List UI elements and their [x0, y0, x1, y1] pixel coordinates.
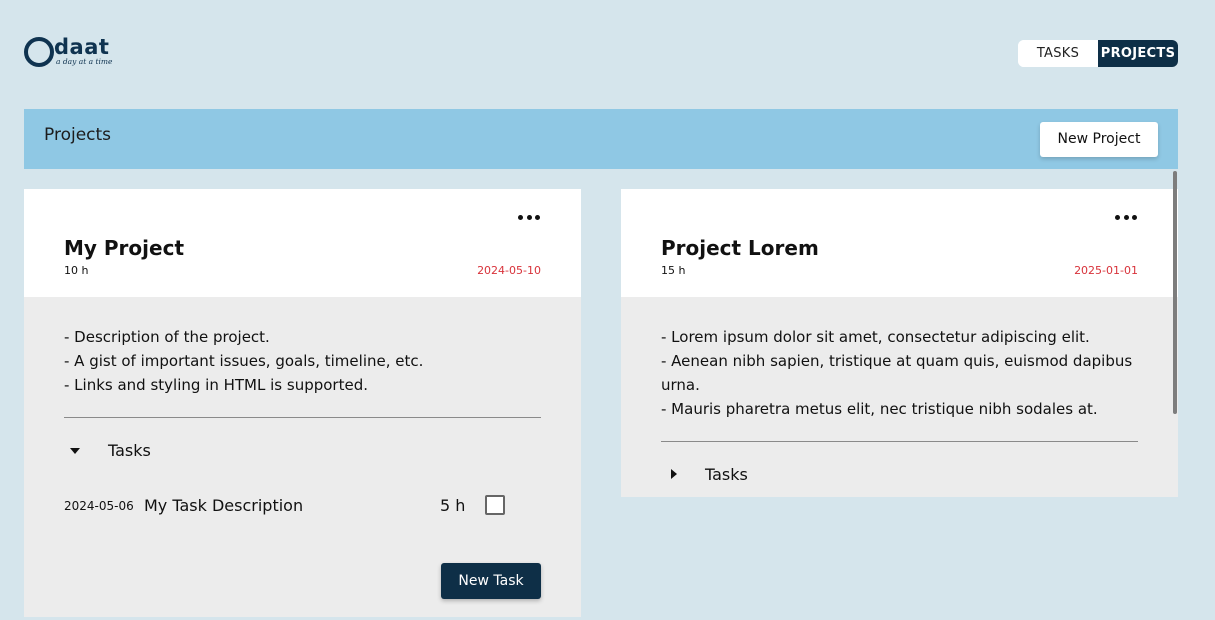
- task-description[interactable]: My Task Description: [144, 496, 303, 515]
- new-project-button[interactable]: New Project: [1040, 122, 1158, 157]
- project-card: Project Lorem 15 h 2025-01-01 - Lorem ip…: [621, 189, 1178, 497]
- project-card-body: - Lorem ipsum dolor sit amet, consectetu…: [621, 297, 1178, 497]
- project-card-header: Project Lorem 15 h 2025-01-01: [621, 189, 1178, 297]
- project-card-header: My Project 10 h 2024-05-10: [24, 189, 581, 297]
- project-name: Project Lorem: [661, 236, 819, 260]
- scrollbar[interactable]: [1173, 171, 1177, 414]
- tasks-section-toggle[interactable]: Tasks: [24, 418, 581, 482]
- project-more-options-icon[interactable]: [518, 213, 540, 221]
- task-more-options-icon[interactable]: [518, 501, 540, 509]
- project-more-options-icon[interactable]: [1115, 213, 1137, 221]
- page-title: Projects: [44, 125, 112, 145]
- tasks-view-button[interactable]: TASKS: [1018, 40, 1098, 67]
- projects-header: Projects: [24, 109, 1178, 169]
- project-due-date: 2024-05-10: [477, 264, 541, 277]
- description-line: - Lorem ipsum dolor sit amet, consectetu…: [661, 328, 1090, 346]
- new-task-button[interactable]: New Task: [441, 563, 541, 599]
- project-description: - Lorem ipsum dolor sit amet, consectetu…: [621, 297, 1178, 421]
- task-hours: 5 h: [440, 496, 466, 515]
- project-card: My Project 10 h 2024-05-10 - Description…: [24, 189, 581, 617]
- task-row: 2024-05-06 My Task Description 5 h: [24, 482, 581, 530]
- app-logo[interactable]: daat a day at a time: [24, 35, 114, 71]
- projects-view-button[interactable]: PROJECTS: [1098, 40, 1178, 67]
- view-toggle: TASKS PROJECTS: [1018, 40, 1178, 67]
- project-name: My Project: [64, 236, 184, 260]
- tasks-section-label: Tasks: [705, 465, 748, 484]
- caret-right-icon: [671, 469, 677, 479]
- project-hours: 15 h: [661, 264, 686, 277]
- logo-wordmark: daat: [54, 35, 110, 59]
- description-line: - Links and styling in HTML is supported…: [64, 376, 368, 394]
- logo-tagline: a day at a time: [56, 57, 113, 66]
- logo-ring: [24, 37, 54, 67]
- caret-down-icon: [70, 448, 80, 454]
- description-line: - Description of the project.: [64, 328, 270, 346]
- tasks-section-toggle[interactable]: Tasks: [621, 442, 1178, 506]
- project-due-date: 2025-01-01: [1074, 264, 1138, 277]
- project-card-body: - Description of the project. - A gist o…: [24, 297, 581, 617]
- project-hours: 10 h: [64, 264, 89, 277]
- project-description: - Description of the project. - A gist o…: [24, 297, 581, 397]
- description-line: - Aenean nibh sapien, tristique at quam …: [661, 352, 1133, 394]
- tasks-section-label: Tasks: [108, 441, 151, 460]
- task-date: 2024-05-06: [64, 499, 134, 513]
- description-line: - A gist of important issues, goals, tim…: [64, 352, 424, 370]
- description-line: - Mauris pharetra metus elit, nec tristi…: [661, 400, 1098, 418]
- task-done-checkbox[interactable]: [485, 495, 505, 515]
